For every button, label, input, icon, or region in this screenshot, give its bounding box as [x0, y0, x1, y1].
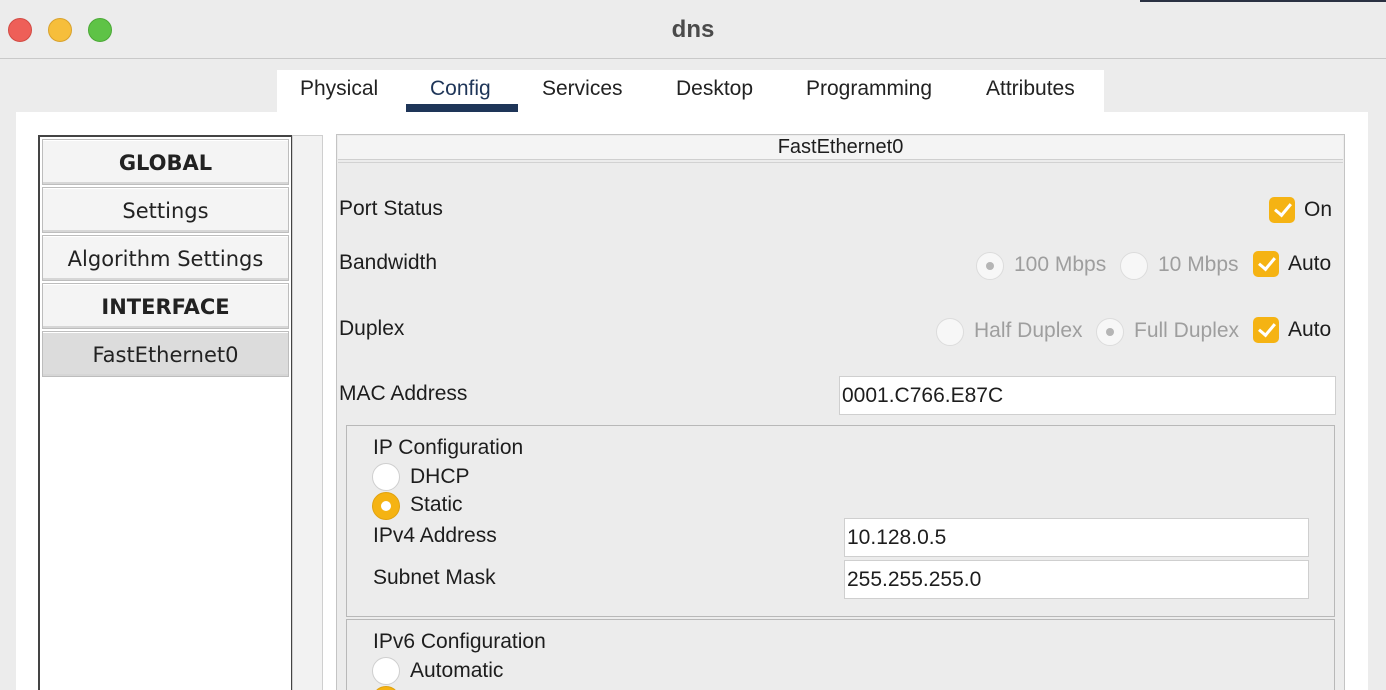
ipv6-static-radio[interactable] [372, 686, 400, 690]
bandwidth-auto-checkbox[interactable] [1253, 251, 1279, 277]
duplex-half-radio[interactable] [936, 318, 964, 346]
ipv4-address-label: IPv4 Address [373, 524, 497, 547]
tab-attributes[interactable]: Attributes [986, 77, 1075, 101]
bandwidth-label: Bandwidth [339, 251, 438, 274]
tab-bar: Physical Config Services Desktop Program… [277, 70, 1104, 112]
sidebar: GLOBAL Settings Algorithm Settings INTER… [38, 135, 293, 690]
panel-title: FastEthernet0 [338, 136, 1343, 160]
active-tab-indicator [406, 104, 518, 112]
dhcp-label: DHCP [410, 465, 470, 488]
bandwidth-100-radio[interactable] [976, 252, 1004, 280]
sidebar-header-interface: INTERFACE [42, 283, 289, 329]
bandwidth-100-label: 100 Mbps [1014, 253, 1107, 276]
sidebar-scrollbar[interactable] [292, 135, 323, 690]
panel-divider [338, 162, 1343, 163]
ip-configuration-group: IP Configuration DHCP Static IPv4 Addres… [346, 425, 1335, 617]
static-radio[interactable] [372, 492, 400, 520]
duplex-auto-label: Auto [1288, 318, 1332, 341]
port-status-checkbox[interactable] [1269, 197, 1295, 223]
port-status-on-label: On [1304, 198, 1333, 221]
tab-services[interactable]: Services [542, 77, 623, 101]
tab-physical[interactable]: Physical [300, 77, 378, 101]
title-bar-edge [1140, 0, 1386, 2]
tab-config[interactable]: Config [430, 77, 491, 101]
bandwidth-10-label: 10 Mbps [1158, 253, 1239, 276]
subnet-mask-field[interactable] [844, 560, 1309, 599]
duplex-full-label: Full Duplex [1134, 319, 1240, 342]
ipv6-automatic-label: Automatic [410, 659, 504, 682]
bandwidth-auto-label: Auto [1288, 252, 1332, 275]
sidebar-header-global: GLOBAL [42, 139, 289, 185]
interface-panel: FastEthernet0 Port Status On Bandwidth 1… [336, 134, 1345, 690]
ipv4-address-field[interactable] [844, 518, 1309, 557]
subnet-mask-label: Subnet Mask [373, 566, 496, 589]
mac-address-label: MAC Address [339, 382, 468, 405]
tab-desktop[interactable]: Desktop [676, 77, 753, 101]
static-label: Static [410, 493, 463, 516]
ipv6-configuration-title: IPv6 Configuration [373, 630, 546, 653]
duplex-auto-checkbox[interactable] [1253, 317, 1279, 343]
ipv6-automatic-radio[interactable] [372, 657, 400, 685]
dhcp-radio[interactable] [372, 463, 400, 491]
title-bar: dns [0, 0, 1386, 59]
duplex-label: Duplex [339, 317, 405, 340]
port-status-label: Port Status [339, 197, 443, 220]
duplex-half-label: Half Duplex [974, 319, 1083, 342]
ipv6-configuration-group: IPv6 Configuration Automatic [346, 619, 1335, 690]
tab-programming[interactable]: Programming [806, 77, 932, 101]
sidebar-item-settings[interactable]: Settings [42, 187, 289, 233]
mac-address-field[interactable] [839, 376, 1336, 415]
window-title: dns [671, 16, 715, 43]
sidebar-item-fastethernet0[interactable]: FastEthernet0 [42, 331, 289, 377]
sidebar-item-algorithm-settings[interactable]: Algorithm Settings [42, 235, 289, 281]
ip-configuration-title: IP Configuration [373, 436, 524, 459]
duplex-full-radio[interactable] [1096, 318, 1124, 346]
bandwidth-10-radio[interactable] [1120, 252, 1148, 280]
